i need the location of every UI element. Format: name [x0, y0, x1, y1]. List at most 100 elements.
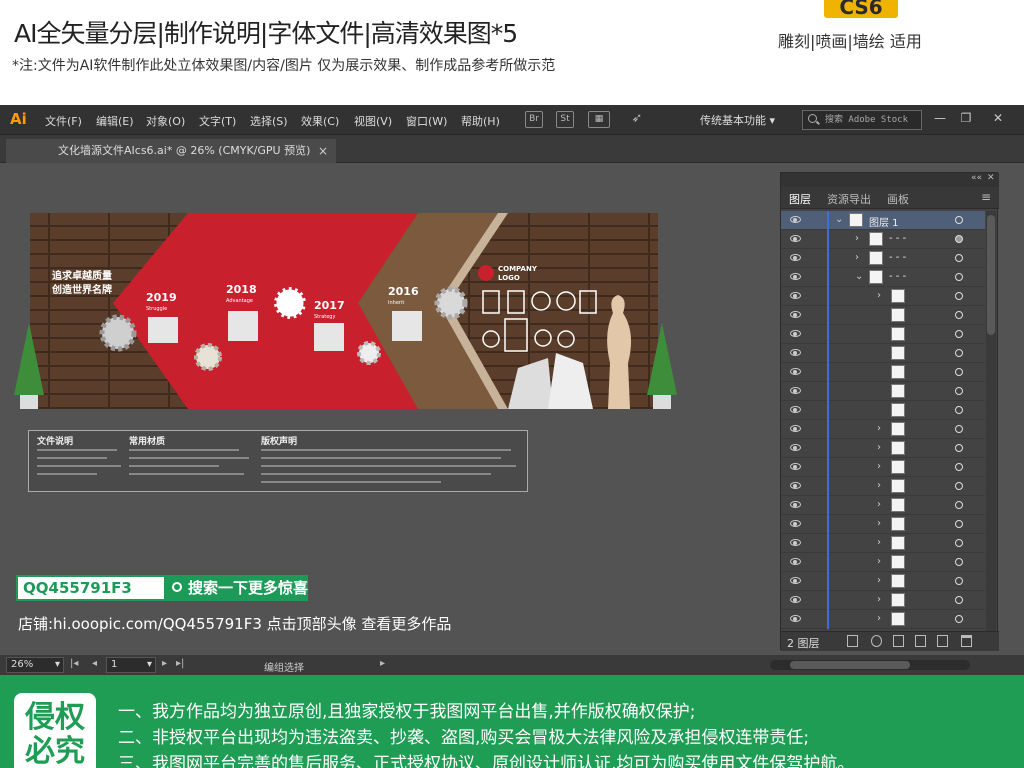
- culture-wall-artwork[interactable]: 追求卓越质量 创造世界名牌 2019 Struggle 2018 Advanta…: [8, 213, 678, 409]
- layer-row[interactable]: ›: [781, 496, 985, 515]
- visibility-eye-icon[interactable]: [790, 292, 801, 299]
- first-artboard-icon[interactable]: |◂: [70, 658, 78, 669]
- layer-row[interactable]: ›: [781, 572, 985, 591]
- expand-chevron-right-icon[interactable]: ›: [877, 556, 881, 567]
- tab-asset-export[interactable]: 资源导出: [827, 191, 871, 207]
- layer-target-icon[interactable]: [955, 406, 963, 414]
- layer-row[interactable]: ›: [781, 553, 985, 572]
- visibility-eye-icon[interactable]: [790, 273, 801, 280]
- search-more-button[interactable]: 搜索一下更多惊喜: [166, 575, 308, 601]
- layer-target-icon[interactable]: [955, 387, 963, 395]
- arrange-documents-icon[interactable]: ▦: [588, 111, 610, 128]
- layer-target-icon[interactable]: [955, 577, 963, 585]
- expand-chevron-right-icon[interactable]: ›: [877, 613, 881, 624]
- layer-target-icon[interactable]: [955, 501, 963, 509]
- menu-object[interactable]: 对象(O): [146, 113, 185, 129]
- expand-chevron-down-icon[interactable]: ⌄: [835, 214, 843, 225]
- visibility-eye-icon[interactable]: [790, 615, 801, 622]
- visibility-eye-icon[interactable]: [790, 311, 801, 318]
- visibility-eye-icon[interactable]: [790, 520, 801, 527]
- layer-target-icon[interactable]: [955, 615, 963, 623]
- expand-chevron-right-icon[interactable]: ›: [877, 518, 881, 529]
- horizontal-scrollbar[interactable]: [770, 660, 970, 670]
- layer-row[interactable]: ›: [781, 591, 985, 610]
- close-panel-icon[interactable]: ✕: [987, 173, 995, 183]
- status-menu-icon[interactable]: ▸: [380, 658, 385, 669]
- trash-icon[interactable]: [961, 635, 972, 647]
- workspace-switcher[interactable]: 传统基本功能 ▾: [700, 112, 775, 128]
- layer-name[interactable]: - - -: [889, 233, 906, 244]
- layer-row[interactable]: [781, 363, 985, 382]
- visibility-eye-icon[interactable]: [790, 482, 801, 489]
- layers-scrollbar[interactable]: [986, 211, 996, 631]
- bridge-icon[interactable]: Br: [525, 111, 543, 128]
- expand-chevron-down-icon[interactable]: ⌄: [855, 271, 863, 282]
- visibility-eye-icon[interactable]: [790, 596, 801, 603]
- menu-help[interactable]: 帮助(H): [461, 113, 500, 129]
- prev-artboard-icon[interactable]: ◂: [92, 658, 97, 669]
- layer-target-icon[interactable]: [955, 368, 963, 376]
- tab-layers[interactable]: 图层: [789, 191, 811, 207]
- visibility-eye-icon[interactable]: [790, 235, 801, 242]
- layer-row[interactable]: ›: [781, 287, 985, 306]
- expand-chevron-right-icon[interactable]: ›: [877, 480, 881, 491]
- layer-row[interactable]: ›: [781, 610, 985, 629]
- layer-row[interactable]: [781, 344, 985, 363]
- last-artboard-icon[interactable]: ▸|: [176, 658, 184, 669]
- expand-chevron-right-icon[interactable]: ›: [877, 423, 881, 434]
- minimize-button[interactable]: —: [930, 110, 950, 126]
- visibility-eye-icon[interactable]: [790, 539, 801, 546]
- clipping-mask-icon[interactable]: [893, 635, 904, 647]
- tab-artboards[interactable]: 画板: [887, 191, 909, 207]
- expand-chevron-right-icon[interactable]: ›: [877, 537, 881, 548]
- layer-target-icon[interactable]: [955, 235, 963, 243]
- locate-object-icon[interactable]: [871, 635, 882, 647]
- expand-chevron-right-icon[interactable]: ›: [855, 252, 859, 263]
- stock-icon[interactable]: St: [556, 111, 574, 128]
- layer-row[interactable]: [781, 401, 985, 420]
- layer-target-icon[interactable]: [955, 463, 963, 471]
- menu-edit[interactable]: 编辑(E): [96, 113, 134, 129]
- visibility-eye-icon[interactable]: [790, 444, 801, 451]
- visibility-eye-icon[interactable]: [790, 425, 801, 432]
- close-window-button[interactable]: ✕: [988, 110, 1008, 126]
- close-tab-icon[interactable]: ×: [318, 139, 328, 163]
- visibility-eye-icon[interactable]: [790, 330, 801, 337]
- zoom-select[interactable]: 26% ▾: [6, 657, 64, 673]
- visibility-eye-icon[interactable]: [790, 349, 801, 356]
- visibility-eye-icon[interactable]: [790, 463, 801, 470]
- layer-row[interactable]: ›: [781, 420, 985, 439]
- expand-chevron-right-icon[interactable]: ›: [855, 233, 859, 244]
- layer-target-icon[interactable]: [955, 330, 963, 338]
- menu-effect[interactable]: 效果(C): [301, 113, 339, 129]
- layer-row[interactable]: [781, 325, 985, 344]
- export-icon[interactable]: [847, 635, 858, 647]
- layer-name[interactable]: 图层 1: [869, 214, 899, 229]
- layer-name[interactable]: - - -: [889, 252, 906, 263]
- layer-target-icon[interactable]: [955, 444, 963, 452]
- shop-link-text[interactable]: 店铺:hi.ooopic.com/QQ455791F3 点击顶部头像 查看更多作…: [18, 613, 451, 634]
- menu-view[interactable]: 视图(V): [354, 113, 392, 129]
- layer-name[interactable]: - - -: [889, 271, 906, 282]
- new-layer-icon[interactable]: [937, 635, 948, 647]
- menu-select[interactable]: 选择(S): [250, 113, 288, 129]
- next-artboard-icon[interactable]: ▸: [162, 658, 167, 669]
- layer-target-icon[interactable]: [955, 216, 963, 224]
- expand-chevron-right-icon[interactable]: ›: [877, 499, 881, 510]
- layer-row[interactable]: ⌄ - - -: [781, 268, 985, 287]
- visibility-eye-icon[interactable]: [790, 406, 801, 413]
- layer-target-icon[interactable]: [955, 558, 963, 566]
- layer-target-icon[interactable]: [955, 520, 963, 528]
- layer-row[interactable]: ›: [781, 458, 985, 477]
- menu-type[interactable]: 文字(T): [199, 113, 236, 129]
- layer-target-icon[interactable]: [955, 254, 963, 262]
- gpu-performance-icon[interactable]: ➶: [628, 111, 646, 128]
- layer-row[interactable]: ›: [781, 534, 985, 553]
- layer-target-icon[interactable]: [955, 482, 963, 490]
- layer-target-icon[interactable]: [955, 273, 963, 281]
- expand-chevron-right-icon[interactable]: ›: [877, 575, 881, 586]
- layer-target-icon[interactable]: [955, 596, 963, 604]
- visibility-eye-icon[interactable]: [790, 216, 801, 223]
- visibility-eye-icon[interactable]: [790, 368, 801, 375]
- expand-chevron-right-icon[interactable]: ›: [877, 442, 881, 453]
